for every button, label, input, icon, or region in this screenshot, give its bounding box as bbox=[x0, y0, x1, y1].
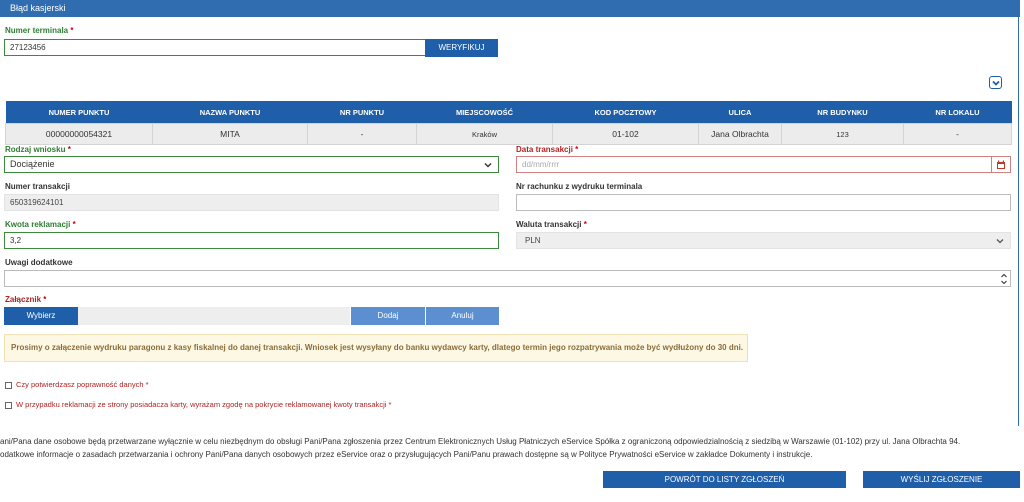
request-type-value: Dociążenie bbox=[10, 159, 55, 169]
consent-coverage-checkbox[interactable] bbox=[5, 402, 12, 409]
currency-select[interactable]: PLN bbox=[516, 232, 1011, 249]
column-header: NR LOKALU bbox=[903, 101, 1012, 124]
column-header: NR BUDYNKU bbox=[781, 101, 904, 124]
required-mark: * bbox=[388, 400, 392, 409]
info-notice: Prosimy o załączenie wydruku paragonu z … bbox=[4, 334, 748, 362]
table-cell: 01-102 bbox=[552, 123, 699, 145]
table-row[interactable]: 00000000054321 MITA - Kraków 01-102 Jana… bbox=[5, 123, 1012, 145]
column-header: NUMER PUNKTU bbox=[5, 101, 153, 124]
column-header: KOD POCZTOWY bbox=[552, 101, 699, 124]
account-number-label: Nr rachunku z wydruku terminala bbox=[516, 182, 643, 191]
window-title: Błąd kasjerski bbox=[10, 3, 66, 13]
table-cell: Jana Olbrachta bbox=[698, 123, 782, 145]
required-mark: * bbox=[145, 380, 149, 389]
required-mark: * bbox=[67, 145, 71, 154]
consent-text: Czy potwierdzasz poprawność danych bbox=[16, 380, 144, 389]
amount-value: 3,2 bbox=[10, 236, 22, 245]
submit-button[interactable]: WYŚLIJ ZGŁOSZENIE bbox=[863, 471, 1020, 488]
currency-label-text: Waluta transakcji bbox=[516, 220, 582, 229]
table-header-row: NUMER PUNKTU NAZWA PUNKTU NR PUNKTU MIEJ… bbox=[5, 101, 1012, 124]
add-file-button[interactable]: Dodaj bbox=[350, 307, 425, 325]
table-cell: 00000000054321 bbox=[5, 123, 153, 145]
terminal-input-value: 27123456 bbox=[10, 43, 46, 52]
transaction-number-field: 650319624101 bbox=[4, 194, 499, 211]
calendar-icon bbox=[997, 160, 1005, 169]
account-number-input[interactable] bbox=[516, 194, 1011, 211]
table-cell: - bbox=[307, 123, 417, 145]
column-header: NAZWA PUNKTU bbox=[152, 101, 308, 124]
table-cell: MITA bbox=[152, 123, 308, 145]
confirm-data-checkbox[interactable] bbox=[5, 382, 12, 389]
transaction-date-input[interactable]: dd/mm/rrrr bbox=[516, 156, 992, 173]
required-mark: * bbox=[43, 295, 47, 304]
amount-label: Kwota reklamacji * bbox=[5, 220, 76, 229]
chevron-down-icon bbox=[996, 239, 1004, 244]
request-type-select[interactable]: Dociążenie bbox=[4, 156, 499, 173]
required-mark: * bbox=[583, 220, 587, 229]
back-to-list-button[interactable]: POWRÓT DO LISTY ZGŁOSZEŃ bbox=[603, 471, 846, 488]
transaction-date-label: Data transakcji * bbox=[516, 145, 578, 154]
required-mark: * bbox=[575, 145, 579, 154]
column-header: MIEJSCOWOŚĆ bbox=[416, 101, 553, 124]
privacy-text-line-1: ani/Pana dane osobowe będą przetwarzane … bbox=[0, 437, 961, 446]
terminal-input[interactable]: 27123456 bbox=[4, 39, 426, 56]
request-type-label-text: Rodzaj wniosku bbox=[5, 145, 66, 154]
transaction-number-value: 650319624101 bbox=[10, 198, 64, 207]
table-cell: - bbox=[903, 123, 1012, 145]
currency-value: PLN bbox=[525, 236, 541, 245]
transaction-number-label: Numer transakcji bbox=[5, 182, 70, 191]
chevron-down-icon bbox=[484, 163, 492, 168]
notes-label: Uwagi dodatkowe bbox=[5, 258, 73, 267]
currency-label: Waluta transakcji * bbox=[516, 220, 587, 229]
choose-file-button[interactable]: Wybierz bbox=[4, 307, 78, 325]
confirm-data-label: Czy potwierdzasz poprawność danych * bbox=[16, 380, 149, 389]
privacy-text-line-2: odatkowe informacje o zasadach przetwarz… bbox=[0, 450, 813, 459]
form-frame bbox=[0, 17, 1019, 426]
window-title-bar: Błąd kasjerski bbox=[0, 0, 1020, 17]
required-mark: * bbox=[70, 26, 74, 35]
attachment-label-text: Załącznik bbox=[5, 295, 42, 304]
notes-textarea[interactable] bbox=[4, 270, 1011, 287]
transaction-date-label-text: Data transakcji bbox=[516, 145, 573, 154]
table-cell: 123 bbox=[781, 123, 904, 145]
consent-text: W przypadku reklamacji ze strony posiada… bbox=[16, 400, 387, 409]
amount-label-text: Kwota reklamacji bbox=[5, 220, 71, 229]
terminal-label-text: Numer terminala bbox=[5, 26, 69, 35]
required-mark: * bbox=[72, 220, 76, 229]
column-header: NR PUNKTU bbox=[307, 101, 417, 124]
spinner-arrows-icon[interactable] bbox=[1000, 272, 1008, 286]
request-type-label: Rodzaj wniosku * bbox=[5, 145, 71, 154]
terminal-label: Numer terminala * bbox=[5, 26, 74, 35]
consent-coverage-label: W przypadku reklamacji ze strony posiada… bbox=[16, 400, 391, 409]
calendar-button[interactable] bbox=[991, 156, 1011, 173]
verify-button[interactable]: WERYFIKUJ bbox=[425, 39, 498, 57]
column-header: ULICA bbox=[698, 101, 782, 124]
amount-input[interactable]: 3,2 bbox=[4, 232, 499, 249]
table-cell: Kraków bbox=[416, 123, 553, 145]
transaction-date-placeholder: dd/mm/rrrr bbox=[522, 160, 560, 169]
cancel-file-button[interactable]: Anuluj bbox=[425, 307, 499, 325]
collapse-toggle-icon[interactable] bbox=[989, 76, 1002, 89]
file-name-field bbox=[78, 307, 350, 325]
point-table: NUMER PUNKTU NAZWA PUNKTU NR PUNKTU MIEJ… bbox=[5, 101, 1012, 145]
attachment-label: Załącznik * bbox=[5, 295, 46, 304]
